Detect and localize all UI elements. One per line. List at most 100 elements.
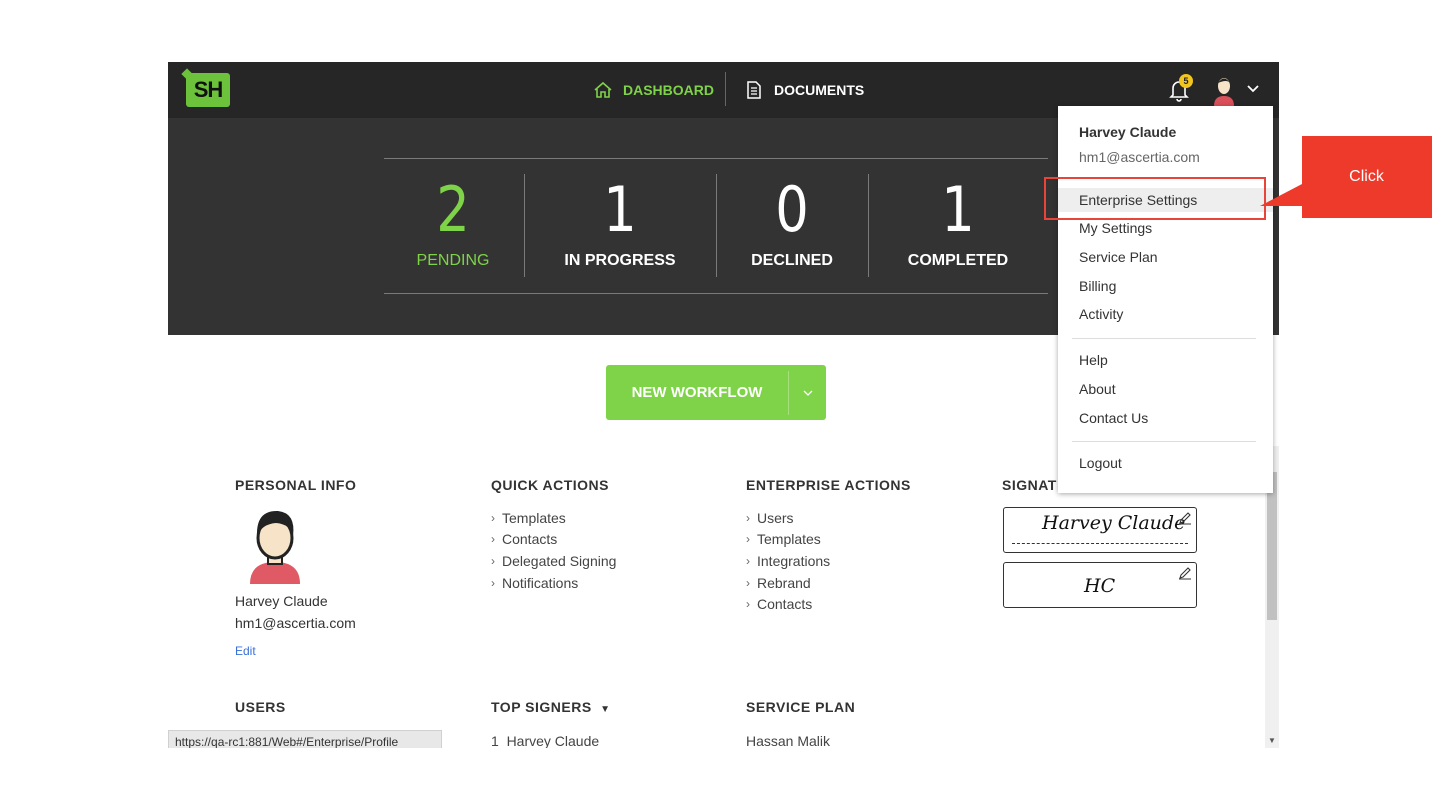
enterprise-action-label: Contacts [757,596,813,613]
menu-about[interactable]: About [1058,377,1273,401]
edit-icon[interactable] [1178,511,1192,525]
quick-action-label: Contacts [502,531,558,548]
chevron-right-icon: › [746,532,750,547]
stat-declined-value: 0 [775,173,809,246]
nav-documents[interactable]: DOCUMENTS [744,62,864,118]
caret-down-icon: ▼ [600,704,611,715]
enterprise-action-rebrand[interactable]: › Rebrand [746,572,830,594]
quick-action-contacts[interactable]: › Contacts [491,529,616,551]
top-signer-row: 1 Harvey Claude [491,732,600,748]
profile-email: hm1@ascertia.com [235,615,356,631]
chevron-down-icon[interactable] [1246,82,1260,96]
top-signers-list: 1 Harvey Claude [491,730,599,748]
menu-divider [1072,441,1256,442]
menu-activity[interactable]: Activity [1058,302,1273,326]
nav-dashboard[interactable]: DASHBOARD [593,62,714,118]
enterprise-action-label: Templates [757,531,821,548]
menu-logout[interactable]: Logout [1058,451,1273,475]
highlight-box [1044,177,1266,220]
scrollbar-thumb[interactable] [1267,472,1277,620]
chevron-right-icon: › [746,575,750,590]
profile-name: Harvey Claude [235,593,328,609]
browser-status-url: https://qa-rc1:881/Web#/Enterprise/Profi… [168,730,442,748]
stat-divider [868,174,869,277]
user-avatar-icon[interactable] [1212,74,1236,106]
nav-dashboard-label: DASHBOARD [623,82,714,98]
new-workflow-label: NEW WORKFLOW [631,384,763,401]
top-signers-label: TOP SIGNERS [491,699,592,715]
quick-actions-list: › Templates › Contacts › Delegated Signing … [491,507,616,593]
service-plan-list: Hassan Malik [746,730,830,748]
signature-initials: HC [1084,575,1116,597]
stat-in-progress-label: IN PROGRESS [564,252,676,269]
scroll-down-arrow[interactable]: ▼ [1268,736,1276,745]
stat-completed-label: COMPLETED [907,252,1009,269]
app-logo[interactable]: SH [186,73,230,107]
menu-contact-us[interactable]: Contact Us [1058,406,1273,430]
enterprise-action-label: Integrations [757,552,831,569]
menu-divider [1072,338,1256,339]
chevron-down-icon [803,390,812,396]
enterprise-actions-title: ENTERPRISE ACTIONS [746,477,911,493]
stat-pending-value: 2 [436,173,470,246]
quick-action-templates[interactable]: › Templates [491,507,616,529]
service-plan-row: Hassan Malik [746,732,831,748]
enterprise-actions-list: › Users › Templates › Integrations › Rebrand… [746,507,830,615]
chevron-right-icon: › [746,597,750,612]
chevron-right-icon: › [746,553,750,568]
notification-badge: 5 [1179,74,1193,88]
chevron-right-icon: › [491,532,495,547]
nav-divider [725,72,726,106]
stat-in-progress[interactable]: 1 IN PROGRESS [548,174,692,278]
menu-service-plan[interactable]: Service Plan [1058,245,1273,269]
stats-bottom-rule [384,293,1048,294]
click-callout-label: Click [1349,168,1384,185]
enterprise-action-label: Users [757,509,794,526]
quick-action-label: Templates [502,509,566,526]
stats-top-rule [384,158,1048,159]
stat-in-progress-value: 1 [603,173,637,246]
stat-completed[interactable]: 1 COMPLETED [898,174,1018,278]
personal-info-title: PERSONAL INFO [235,477,357,493]
enterprise-action-label: Rebrand [757,574,811,591]
stat-divider [716,174,717,277]
enterprise-action-templates[interactable]: › Templates [746,529,830,551]
stat-declined[interactable]: 0 DECLINED [738,174,846,278]
new-workflow-dropdown[interactable] [789,387,826,399]
logo-text: SH [193,77,224,102]
chevron-right-icon: › [746,510,750,525]
menu-help[interactable]: Help [1058,348,1273,372]
signature-box-full[interactable]: Harvey Claude [1003,507,1197,553]
enterprise-action-integrations[interactable]: › Integrations [746,550,830,572]
top-signers-title[interactable]: TOP SIGNERS ▼ [491,699,610,715]
user-menu-email: hm1@ascertia.com [1079,149,1200,165]
quick-actions-title: QUICK ACTIONS [491,477,609,493]
service-plan-title: SERVICE PLAN [746,699,856,715]
profile-avatar [250,510,300,584]
signature-baseline [1012,543,1188,544]
quick-action-delegated-signing[interactable]: › Delegated Signing [491,550,616,572]
new-workflow-button[interactable]: NEW WORKFLOW [606,365,826,420]
menu-billing[interactable]: Billing [1058,274,1273,298]
signature-box-initials[interactable]: HC [1003,562,1197,608]
quick-action-label: Delegated Signing [502,552,617,569]
quick-action-label: Notifications [502,574,579,591]
signature-full: Harvey Claude [1042,512,1186,534]
edit-profile-link[interactable]: Edit [235,644,256,658]
document-icon [747,81,761,99]
enterprise-action-users[interactable]: › Users [746,507,830,529]
home-icon [594,81,612,98]
enterprise-action-contacts[interactable]: › Contacts [746,593,830,615]
chevron-right-icon: › [491,510,495,525]
user-menu-dropdown: Harvey Claude hm1@ascertia.com Enterpris… [1058,106,1273,493]
stat-declined-label: DECLINED [751,252,833,269]
signatures-title: SIGNAT [1002,477,1057,493]
chevron-right-icon: › [491,575,495,590]
chevron-right-icon: › [491,553,495,568]
edit-icon[interactable] [1178,566,1192,580]
stat-pending[interactable]: 2 PENDING [396,174,510,278]
user-menu-name: Harvey Claude [1079,124,1177,140]
nav-documents-label: DOCUMENTS [774,82,865,98]
quick-action-notifications[interactable]: › Notifications [491,572,616,594]
stat-completed-value: 1 [941,173,975,246]
